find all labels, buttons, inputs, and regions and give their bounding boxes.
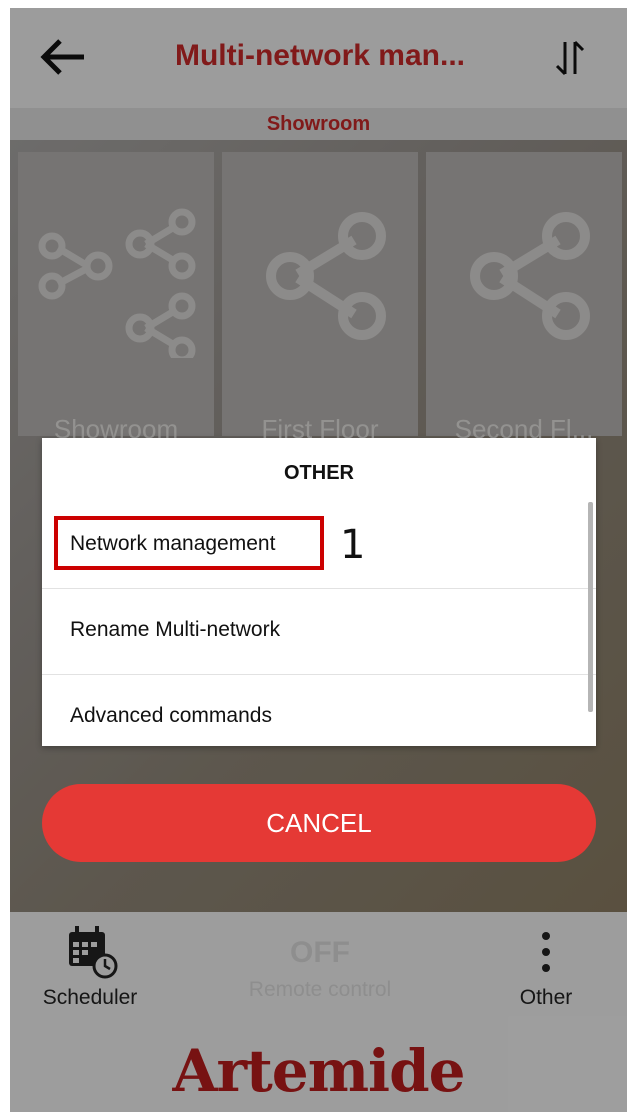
dialog-scrollbar[interactable]: [588, 502, 593, 712]
menu-item-label: Advanced commands: [70, 704, 272, 727]
other-dialog: OTHER Network management Rename Multi-ne…: [42, 438, 596, 746]
annotation-highlight-box: [54, 516, 324, 570]
dialog-title: OTHER: [284, 462, 354, 484]
rename-multi-network-item[interactable]: Rename Multi-network: [42, 588, 572, 674]
app-screen: Multi-network man... Showroom Showroom F…: [10, 8, 627, 1112]
advanced-commands-item[interactable]: Advanced commands: [42, 674, 572, 760]
annotation-number: 1: [340, 522, 366, 568]
menu-item-label: Rename Multi-network: [70, 618, 281, 641]
cancel-button[interactable]: CANCEL: [42, 784, 596, 862]
